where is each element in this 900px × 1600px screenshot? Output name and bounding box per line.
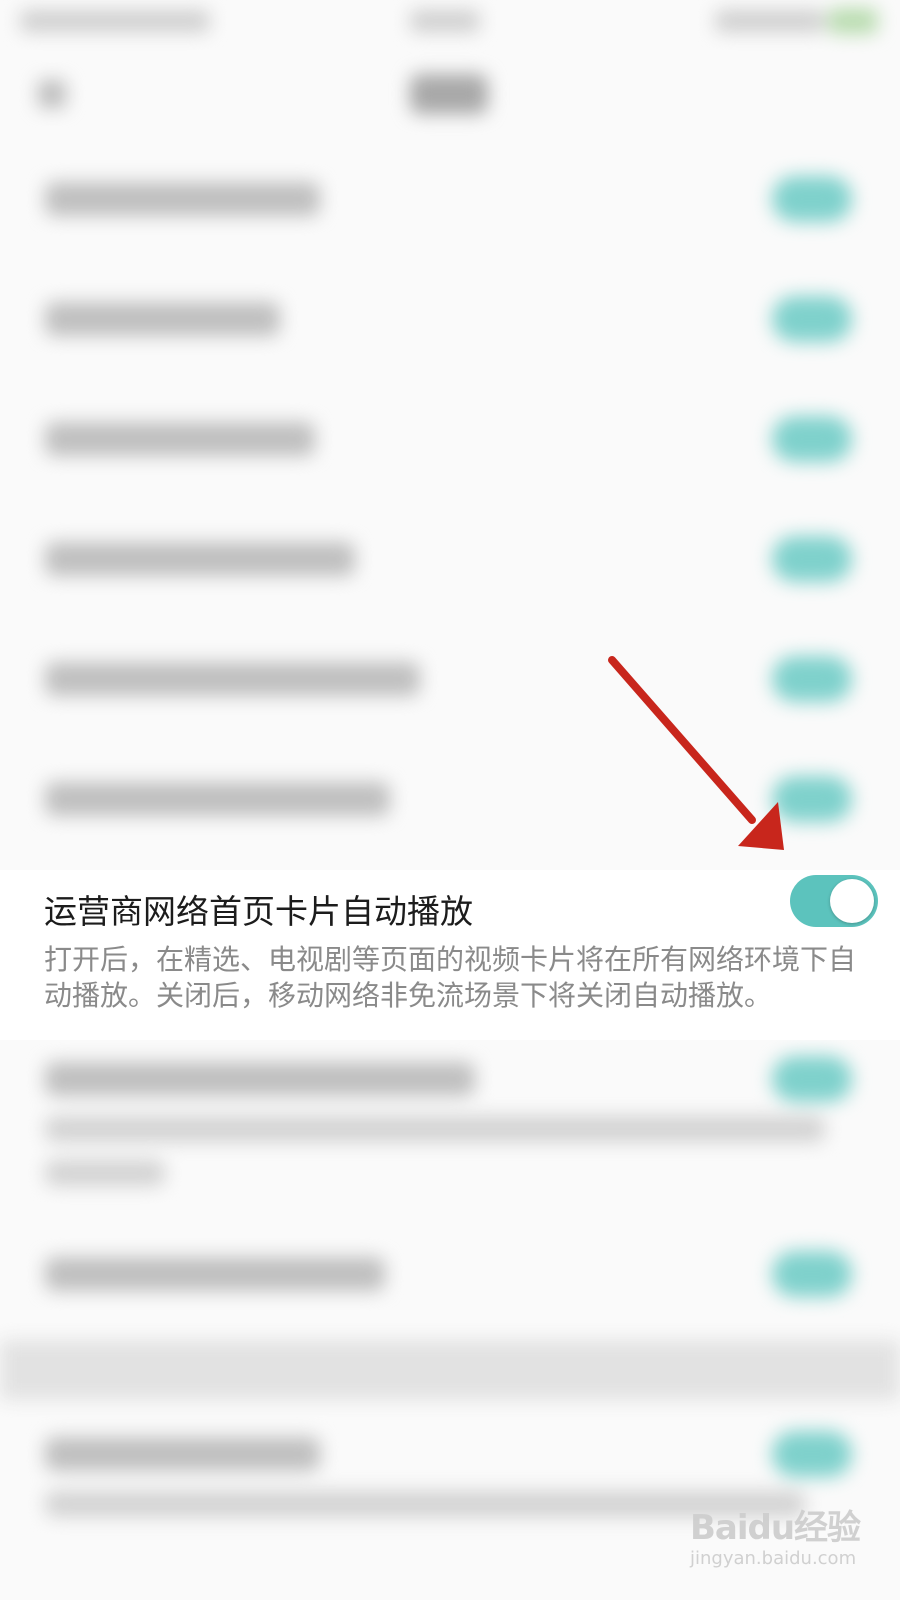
blurred-section-band — [0, 1340, 900, 1400]
blurred-toggle[interactable] — [772, 1251, 852, 1297]
blurred-background — [0, 0, 900, 1600]
blurred-setting-row — [0, 260, 900, 380]
setting-description: 打开后，在精选、电视剧等页面的视频卡片将在所有网络环境下自动播放。关闭后，移动网… — [44, 943, 857, 1012]
blurred-row-label — [45, 302, 280, 336]
blurred-row-label — [45, 782, 390, 816]
blurred-row-label — [45, 422, 315, 456]
autoplay-toggle-switch[interactable] — [790, 875, 878, 927]
page-title-blur — [410, 74, 488, 114]
blurred-setting-row — [0, 380, 900, 500]
blurred-toggle[interactable] — [772, 416, 852, 462]
blurred-row-description — [45, 1116, 825, 1142]
blurred-toggle[interactable] — [772, 776, 852, 822]
status-bar-right-blur — [715, 10, 825, 32]
blurred-setting-row — [0, 1020, 900, 1230]
blurred-setting-row — [0, 620, 900, 740]
settings-screen: 运营商网络首页卡片自动播放 打开后，在精选、电视剧等页面的视频卡片将在所有网络环… — [0, 0, 900, 1600]
blurred-toggle[interactable] — [772, 656, 852, 702]
blurred-row-label — [45, 182, 320, 216]
back-icon[interactable] — [38, 80, 66, 108]
blurred-setting-row — [0, 500, 900, 620]
blurred-toggle[interactable] — [772, 176, 852, 222]
watermark-logo: Baidu经验 — [690, 1508, 861, 1548]
status-bar-left-blur — [20, 10, 210, 32]
blurred-row-label — [45, 542, 355, 576]
toggle-knob — [830, 879, 874, 923]
status-bar — [0, 0, 900, 50]
status-bar-time-blur — [410, 10, 480, 32]
setting-title: 运营商网络首页卡片自动播放 — [44, 892, 473, 931]
blurred-row-label — [45, 1062, 475, 1096]
blurred-row-label — [45, 1257, 385, 1291]
blurred-setting-row — [0, 1215, 900, 1335]
baidu-jingyan-watermark: Baidu经验 jingyan.baidu.com — [690, 1500, 880, 1590]
blurred-toggle[interactable] — [772, 1056, 852, 1102]
blurred-row-label — [45, 1437, 320, 1471]
nav-bar — [0, 50, 900, 140]
blurred-toggle[interactable] — [772, 536, 852, 582]
watermark-url: jingyan.baidu.com — [690, 1548, 857, 1569]
setting-row-carrier-autoplay: 运营商网络首页卡片自动播放 打开后，在精选、电视剧等页面的视频卡片将在所有网络环… — [0, 870, 900, 1040]
blurred-toggle[interactable] — [772, 296, 852, 342]
blurred-toggle[interactable] — [772, 1431, 852, 1477]
blurred-row-label — [45, 662, 420, 696]
blurred-setting-row — [0, 740, 900, 860]
blurred-setting-row — [0, 140, 900, 260]
blurred-row-description — [45, 1160, 165, 1186]
battery-icon — [828, 8, 878, 34]
